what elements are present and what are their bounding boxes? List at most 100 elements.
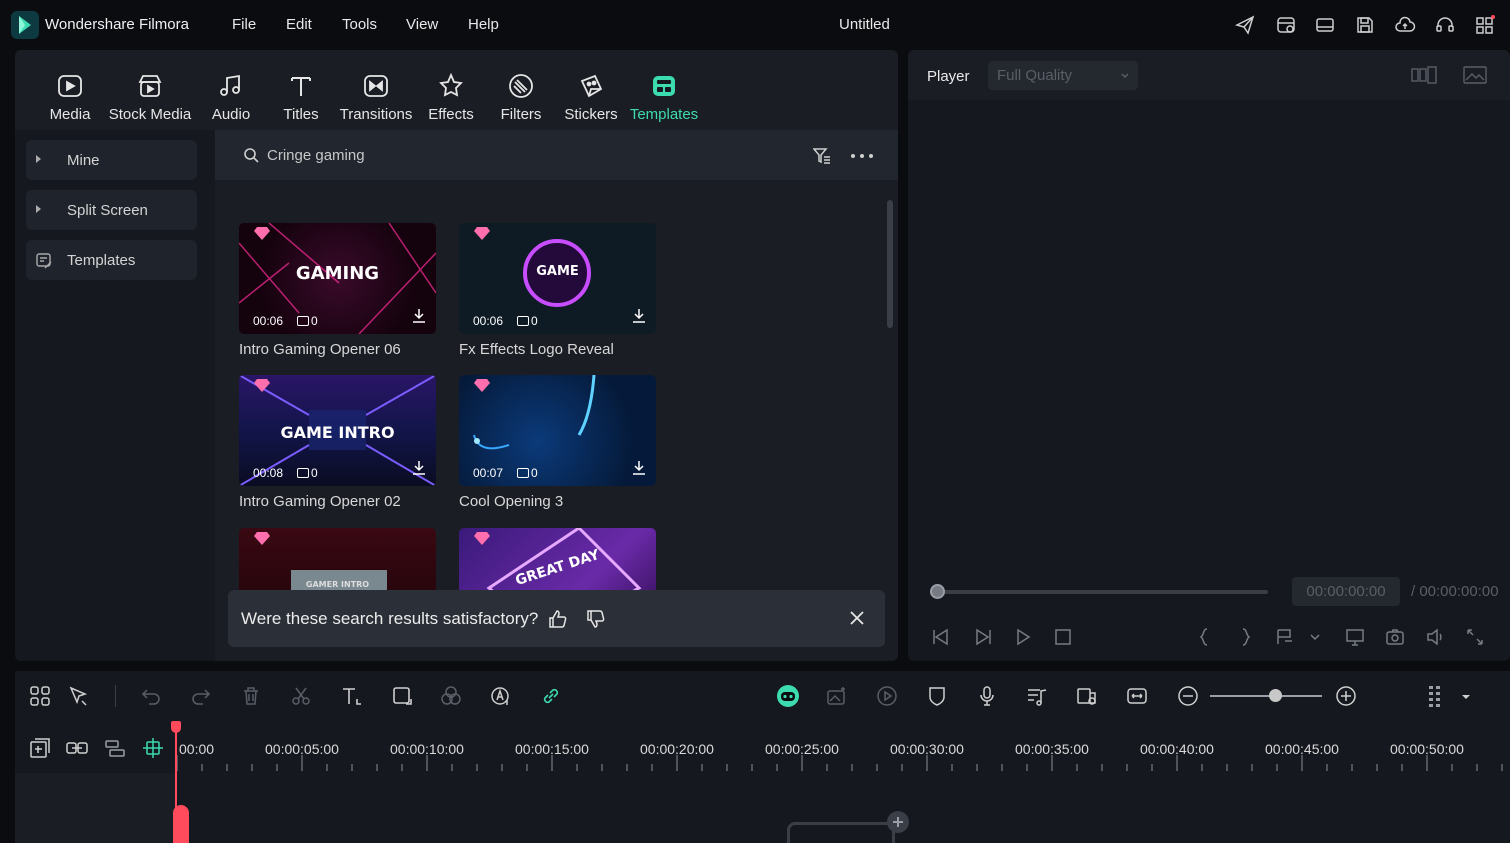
menu-edit[interactable]: Edit — [286, 16, 312, 33]
add-track-icon[interactable] — [29, 737, 51, 759]
layout-grid-icon[interactable] — [29, 685, 51, 707]
drop-media-zone[interactable] — [787, 822, 895, 843]
tick-label: 00:00:35:00 — [1015, 741, 1089, 757]
stock-media-icon — [136, 72, 164, 100]
more-options-icon[interactable] — [851, 154, 873, 158]
delete-icon[interactable] — [240, 685, 262, 707]
tab-templates[interactable]: Templates — [629, 50, 699, 130]
thumbs-down-icon[interactable] — [586, 609, 606, 629]
tick-label: 00:00:25:00 — [765, 741, 839, 757]
template-thumbnail[interactable]: GAME INTRO 00:08 0 — [239, 375, 436, 486]
close-icon[interactable] — [849, 610, 865, 626]
tab-transitions[interactable]: Transitions — [337, 50, 415, 130]
mark-out-icon[interactable] — [1235, 627, 1255, 647]
thumbnail-text: GAMER INTRO — [305, 580, 370, 589]
preview-render-icon[interactable] — [1076, 685, 1098, 707]
time-ruler[interactable]: 00:00 00:00:05:00 00:00:10:00 00:00:15:00 00… — [175, 721, 1510, 773]
microphone-icon[interactable] — [976, 685, 998, 707]
audio-list-icon[interactable] — [1026, 685, 1048, 707]
text-tool-icon[interactable] — [341, 685, 363, 707]
save-icon[interactable] — [1354, 14, 1376, 36]
search-input[interactable] — [267, 143, 787, 167]
mark-in-icon[interactable] — [1195, 627, 1215, 647]
marker-icon[interactable] — [1275, 627, 1295, 647]
caret-down-icon[interactable] — [1455, 685, 1477, 707]
player-header: Player Full Quality — [908, 50, 1510, 100]
track-settings-icon[interactable] — [1425, 685, 1447, 707]
preview-screen[interactable] — [908, 100, 1510, 570]
template-title: Fx Effects Logo Reveal — [459, 341, 614, 358]
download-icon[interactable] — [412, 460, 426, 476]
scrub-track[interactable] — [930, 590, 1268, 594]
display-icon[interactable] — [1345, 627, 1365, 647]
download-icon[interactable] — [632, 460, 646, 476]
template-thumbnail[interactable]: GAME 00:06 0 — [459, 223, 656, 334]
tab-media[interactable]: Media — [43, 50, 97, 130]
scrub-handle[interactable] — [930, 584, 945, 599]
download-icon[interactable] — [412, 308, 426, 324]
link-track-icon[interactable] — [66, 737, 88, 759]
grid-view-icon[interactable] — [1411, 65, 1437, 85]
play-icon[interactable] — [1013, 627, 1033, 647]
send-icon[interactable] — [1234, 14, 1256, 36]
filter-icon[interactable] — [813, 147, 831, 165]
tab-titles[interactable]: Titles — [275, 50, 327, 130]
menu-file[interactable]: File — [232, 16, 256, 33]
select-cursor-icon[interactable] — [68, 685, 90, 707]
fullscreen-icon[interactable] — [1465, 627, 1485, 647]
fit-timeline-icon[interactable] — [1126, 685, 1148, 707]
chevron-down-icon[interactable] — [1305, 627, 1325, 647]
download-icon[interactable] — [632, 308, 646, 324]
snap-icon[interactable] — [142, 737, 164, 759]
add-media-icon[interactable] — [887, 811, 909, 833]
apps-grid-icon[interactable] — [1474, 14, 1496, 36]
layout-icon[interactable] — [1314, 14, 1336, 36]
tick-label: 00:00:50:00 — [1390, 741, 1464, 757]
thumbs-up-icon[interactable] — [548, 609, 568, 629]
timeline: 00:00 00:00:05:00 00:00:10:00 00:00:15:00 00… — [15, 721, 1510, 843]
playhead-marker[interactable] — [173, 805, 189, 843]
link-icon[interactable] — [540, 685, 562, 707]
crop-icon[interactable] — [391, 685, 413, 707]
tab-filters[interactable]: Filters — [495, 50, 547, 130]
zoom-out-icon[interactable] — [1177, 685, 1199, 707]
playback-speed-icon[interactable] — [876, 685, 898, 707]
tab-stickers[interactable]: Stickers — [561, 50, 621, 130]
volume-icon[interactable] — [1425, 627, 1445, 647]
headset-icon[interactable] — [1434, 14, 1456, 36]
tab-stock-media[interactable]: Stock Media — [107, 50, 193, 130]
sidebar-item-split-screen[interactable]: Split Screen — [26, 190, 197, 230]
redo-icon[interactable] — [190, 685, 212, 707]
image-icon[interactable] — [1463, 65, 1487, 85]
menu-tools[interactable]: Tools — [342, 16, 377, 33]
stop-icon[interactable] — [1053, 627, 1073, 647]
ai-robot-icon[interactable] — [776, 684, 800, 708]
previous-frame-icon[interactable] — [931, 627, 951, 647]
color-icon[interactable] — [440, 685, 462, 707]
playhead-handle[interactable] — [171, 721, 181, 733]
shield-icon[interactable] — [926, 685, 948, 707]
ai-tool-icon[interactable] — [490, 685, 512, 707]
undo-icon[interactable] — [140, 685, 162, 707]
calendar-icon[interactable] — [1275, 14, 1297, 36]
scissors-icon[interactable] — [290, 685, 312, 707]
current-timecode[interactable]: 00:00:00:00 — [1292, 577, 1400, 606]
sidebar-item-templates[interactable]: Templates — [26, 240, 197, 280]
snapshot-icon[interactable] — [1385, 627, 1405, 647]
tab-effects[interactable]: Effects — [425, 50, 477, 130]
menu-view[interactable]: View — [406, 16, 438, 33]
photo-ai-icon[interactable] — [826, 685, 848, 707]
next-frame-icon[interactable] — [973, 627, 993, 647]
quality-dropdown[interactable]: Full Quality — [988, 61, 1138, 90]
template-thumbnail[interactable]: GAMING 00:06 0 — [239, 223, 436, 334]
zoom-in-icon[interactable] — [1335, 685, 1357, 707]
zoom-slider-handle[interactable] — [1269, 689, 1282, 702]
tab-audio[interactable]: Audio — [205, 50, 257, 130]
sidebar-item-mine[interactable]: Mine — [26, 140, 197, 180]
vertical-scrollbar[interactable] — [887, 200, 893, 328]
zoom-slider-track[interactable] — [1210, 695, 1322, 697]
template-thumbnail[interactable]: 00:07 0 — [459, 375, 656, 486]
menu-help[interactable]: Help — [468, 16, 499, 33]
cloud-upload-icon[interactable] — [1394, 14, 1416, 36]
track-layout-icon[interactable] — [104, 737, 126, 759]
